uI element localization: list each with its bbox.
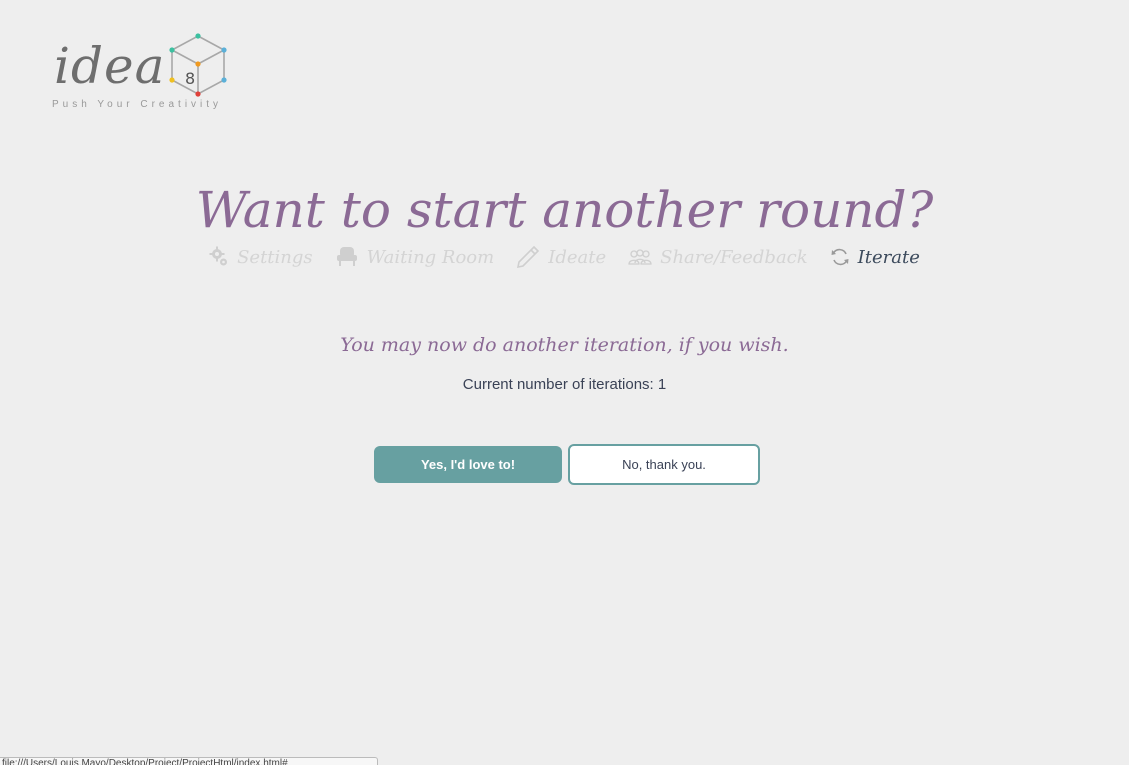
steps-nav: Settings Waiting Room Ideate Share/Feedb… bbox=[0, 246, 1129, 268]
pencil-icon bbox=[516, 246, 540, 268]
no-button[interactable]: No, thank you. bbox=[568, 444, 760, 485]
chair-icon bbox=[335, 246, 359, 268]
step-label: Iterate bbox=[857, 246, 920, 268]
people-icon bbox=[628, 248, 652, 266]
logo-word: idea bbox=[54, 37, 166, 95]
step-waiting-room[interactable]: Waiting Room bbox=[335, 246, 495, 268]
refresh-icon bbox=[830, 247, 850, 267]
step-iterate[interactable]: Iterate bbox=[830, 247, 920, 268]
step-label: Ideate bbox=[548, 246, 607, 268]
status-bar-url: file:///Users/Louis.Mayo/Desktop/Project… bbox=[0, 757, 378, 765]
logo-tagline: Push Your Creativity bbox=[52, 99, 223, 110]
step-ideate[interactable]: Ideate bbox=[516, 246, 606, 268]
yes-button[interactable]: Yes, I'd love to! bbox=[374, 446, 562, 483]
gear-icon bbox=[209, 246, 229, 268]
iteration-count: Current number of iterations: 1 bbox=[462, 376, 667, 393]
iteration-message: You may now do another iteration, if you… bbox=[340, 334, 789, 356]
cube-number: 8 bbox=[185, 69, 195, 88]
step-settings[interactable]: Settings bbox=[209, 246, 313, 268]
step-label: Share/Feedback bbox=[660, 246, 808, 268]
cube-logo-icon: 8 bbox=[169, 33, 227, 97]
logo[interactable]: idea 8 Push Your Creativity bbox=[52, 32, 232, 114]
page-title: Want to start another round? bbox=[195, 181, 934, 239]
step-share-feedback[interactable]: Share/Feedback bbox=[628, 247, 808, 268]
step-label: Settings bbox=[237, 246, 313, 268]
page: idea 8 Push Your Creativity Want to star… bbox=[0, 0, 1129, 765]
step-label: Waiting Room bbox=[366, 246, 495, 268]
